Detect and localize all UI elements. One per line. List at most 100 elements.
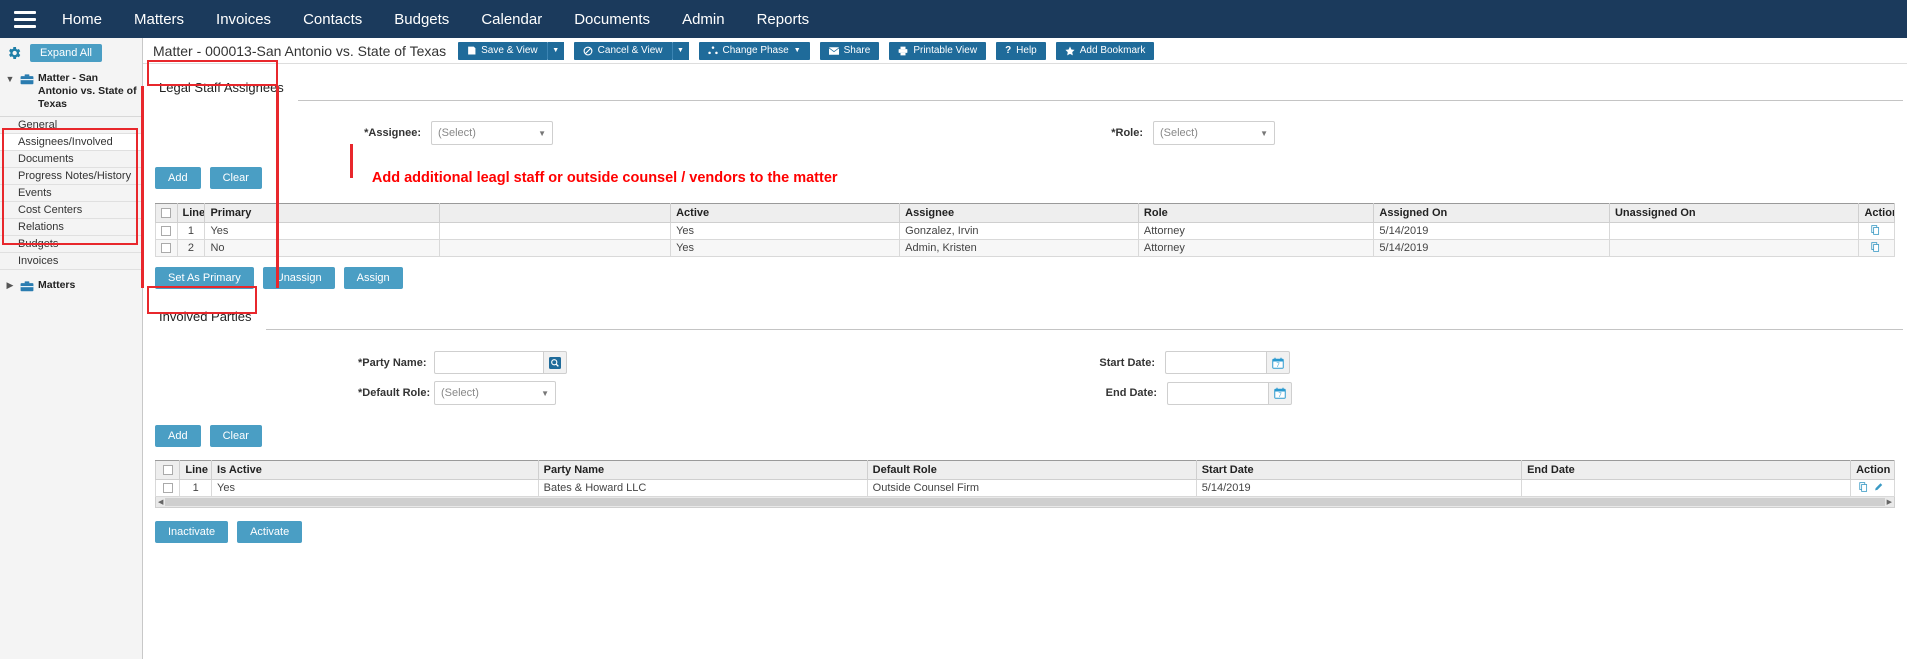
- nav-item-reports[interactable]: Reports: [741, 0, 826, 38]
- sidebar-tree: ▼ Matter - San Antonio vs. State of Texa…: [0, 70, 142, 294]
- sidebar-item-cost-centers[interactable]: Cost Centers: [0, 202, 142, 219]
- sidebar-item-documents[interactable]: Documents: [0, 151, 142, 168]
- chevron-right-icon[interactable]: ▶: [4, 278, 16, 292]
- default-role-select[interactable]: (Select) ▼: [434, 381, 556, 405]
- gear-icon[interactable]: [6, 45, 22, 61]
- nav-item-calendar[interactable]: Calendar: [465, 0, 558, 38]
- row-checkbox[interactable]: [162, 483, 173, 494]
- save-and-view-button[interactable]: Save & View: [458, 41, 548, 60]
- nav-item-admin[interactable]: Admin: [666, 0, 741, 38]
- involved-parties-clear-button[interactable]: Clear: [209, 425, 262, 447]
- edit-icon[interactable]: [1874, 482, 1883, 495]
- col-blank[interactable]: [438, 203, 672, 223]
- cell-action[interactable]: [1858, 239, 1895, 257]
- col-unassigned-on[interactable]: Unassigned On: [1608, 203, 1860, 223]
- scrollbar-track[interactable]: [165, 498, 1885, 506]
- sidebar-item-progress-notes-history[interactable]: Progress Notes/History: [0, 168, 142, 185]
- sidebar-item-relations[interactable]: Relations: [0, 219, 142, 236]
- select-all-checkbox[interactable]: [161, 208, 172, 219]
- expand-all-button[interactable]: Expand All: [30, 43, 102, 62]
- scroll-right-arrow-icon[interactable]: ▶: [1887, 498, 1892, 506]
- nav-item-invoices[interactable]: Invoices: [200, 0, 287, 38]
- col-assignee[interactable]: Assignee: [899, 203, 1139, 223]
- cell-action[interactable]: [1858, 222, 1895, 240]
- chevron-down-icon[interactable]: ▼: [4, 72, 16, 86]
- involved-parties-row-2: *Default Role: (Select) ▼ End Date: 7: [143, 381, 1907, 405]
- page-toolbar: Matter - 000013-San Antonio vs. State of…: [143, 38, 1907, 64]
- table-row[interactable]: 1 Yes Yes Gonzalez, Irvin Attorney 5/14/…: [155, 222, 1895, 240]
- tree-root-matter[interactable]: ▼ Matter - San Antonio vs. State of Texa…: [0, 70, 142, 113]
- col-active[interactable]: Active: [670, 203, 901, 223]
- col-default-role[interactable]: Default Role: [866, 460, 1197, 480]
- scroll-left-arrow-icon[interactable]: ◀: [158, 498, 163, 506]
- cell-assignee-link[interactable]: Admin, Kristen: [899, 239, 1139, 257]
- sidebar-item-assignees-involved[interactable]: Assignees/Involved: [0, 134, 142, 151]
- cell-blank: [438, 239, 672, 257]
- copy-icon[interactable]: [1871, 241, 1880, 255]
- inactivate-button[interactable]: Inactivate: [155, 521, 229, 543]
- col-end-date[interactable]: End Date: [1521, 460, 1852, 480]
- help-button[interactable]: ? Help: [996, 41, 1046, 60]
- col-primary[interactable]: Primary: [204, 203, 440, 223]
- legal-staff-clear-button[interactable]: Clear: [209, 167, 262, 189]
- legal-staff-add-button[interactable]: Add: [155, 167, 201, 189]
- activate-button[interactable]: Activate: [237, 521, 303, 543]
- role-select[interactable]: (Select) ▼: [1153, 121, 1275, 145]
- start-date-input[interactable]: [1165, 351, 1267, 374]
- table-row[interactable]: 1 Yes Bates & Howard LLC Outside Counsel…: [154, 479, 1895, 497]
- sidebar-item-events[interactable]: Events: [0, 185, 142, 202]
- sidebar-item-general[interactable]: General: [0, 117, 142, 134]
- nav-item-home[interactable]: Home: [46, 0, 118, 38]
- start-date-calendar-button[interactable]: 7: [1267, 351, 1290, 374]
- row-checkbox-cell[interactable]: [154, 479, 181, 497]
- assignee-select[interactable]: (Select) ▼: [431, 121, 553, 145]
- table-row[interactable]: 2 No Yes Admin, Kristen Attorney 5/14/20…: [155, 239, 1895, 257]
- row-checkbox-cell[interactable]: [155, 222, 178, 240]
- section-divider: [149, 100, 1903, 101]
- cell-action[interactable]: [1850, 479, 1895, 497]
- unassign-button[interactable]: Unassign: [262, 267, 335, 289]
- col-line[interactable]: Line: [179, 460, 213, 480]
- col-is-active[interactable]: Is Active: [211, 460, 539, 480]
- add-bookmark-button[interactable]: Add Bookmark: [1055, 41, 1155, 60]
- tree-root-matters[interactable]: ▶ Matters: [0, 270, 142, 294]
- select-all-header[interactable]: [154, 460, 181, 480]
- copy-icon[interactable]: [1871, 224, 1880, 238]
- nav-item-documents[interactable]: Documents: [558, 0, 666, 38]
- end-date-input[interactable]: [1167, 381, 1269, 405]
- printable-view-button[interactable]: Printable View: [889, 41, 987, 60]
- end-date-calendar-button[interactable]: 7: [1269, 381, 1292, 405]
- row-checkbox-cell[interactable]: [155, 239, 178, 257]
- col-line[interactable]: Line: [176, 203, 206, 223]
- sidebar-item-invoices[interactable]: Invoices: [0, 253, 142, 270]
- row-checkbox[interactable]: [161, 243, 172, 254]
- party-name-search-button[interactable]: [544, 351, 567, 374]
- col-party-name[interactable]: Party Name: [537, 460, 868, 480]
- hamburger-menu-icon[interactable]: [0, 0, 46, 38]
- nav-item-contacts[interactable]: Contacts: [287, 0, 378, 38]
- cancel-and-view-dropdown-caret[interactable]: ▼: [672, 41, 689, 60]
- cancel-and-view-button[interactable]: Cancel & View: [573, 41, 673, 60]
- col-start-date[interactable]: Start Date: [1195, 460, 1523, 480]
- col-role[interactable]: Role: [1137, 203, 1375, 223]
- top-navigation-bar: Home Matters Invoices Contacts Budgets C…: [0, 0, 1907, 38]
- assign-button[interactable]: Assign: [343, 267, 403, 289]
- cell-party-name-link[interactable]: Bates & Howard LLC: [537, 479, 868, 497]
- sidebar-item-budgets[interactable]: Budgets: [0, 236, 142, 253]
- horizontal-scrollbar[interactable]: ◀ ▶: [155, 497, 1895, 508]
- col-assigned-on[interactable]: Assigned On: [1373, 203, 1610, 223]
- row-checkbox[interactable]: [161, 226, 172, 237]
- nav-item-budgets[interactable]: Budgets: [378, 0, 465, 38]
- change-phase-button[interactable]: Change Phase ▼: [698, 41, 810, 60]
- share-button[interactable]: Share: [819, 41, 880, 60]
- copy-icon[interactable]: [1859, 481, 1871, 495]
- select-all-header[interactable]: [155, 203, 178, 223]
- nav-item-matters[interactable]: Matters: [118, 0, 200, 38]
- application-window: Home Matters Invoices Contacts Budgets C…: [0, 0, 1907, 659]
- party-name-input[interactable]: [434, 351, 544, 374]
- involved-parties-add-button[interactable]: Add: [155, 425, 201, 447]
- cell-assignee-link[interactable]: Gonzalez, Irvin: [899, 222, 1139, 240]
- select-all-checkbox[interactable]: [162, 465, 173, 476]
- set-as-primary-button[interactable]: Set As Primary: [155, 267, 254, 289]
- save-and-view-dropdown-caret[interactable]: ▼: [547, 41, 564, 60]
